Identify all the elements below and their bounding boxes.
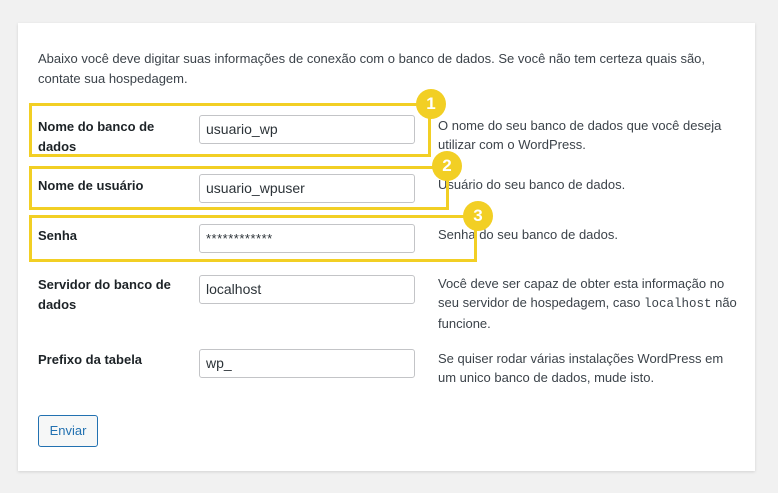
dbhost-description: Você deve ser capaz de obter esta inform… — [438, 274, 738, 333]
dbhost-input[interactable]: localhost — [199, 275, 415, 304]
highlight-box-3 — [29, 215, 477, 262]
username-description: Usuário do seu banco de dados. — [438, 177, 626, 192]
highlight-box-2 — [29, 166, 449, 210]
prefix-description: Se quiser rodar várias instalações WordP… — [438, 351, 724, 385]
annotation-badge-2: 2 — [432, 151, 462, 181]
annotation-badge-3: 3 — [463, 201, 493, 231]
prefix-input[interactable]: wp_ — [199, 349, 415, 378]
dbname-description: O nome do seu banco de dados que você de… — [438, 118, 722, 152]
annotation-badge-1: 1 — [416, 89, 446, 119]
submit-button[interactable]: Enviar — [38, 415, 98, 447]
dbhost-label: Servidor do banco de dados — [38, 277, 171, 312]
intro-text: Abaixo você deve digitar suas informaçõe… — [38, 51, 706, 86]
dbhost-description-code: localhost — [643, 297, 712, 311]
prefix-label: Prefixo da tabela — [38, 352, 143, 367]
highlight-box-1 — [29, 103, 431, 157]
